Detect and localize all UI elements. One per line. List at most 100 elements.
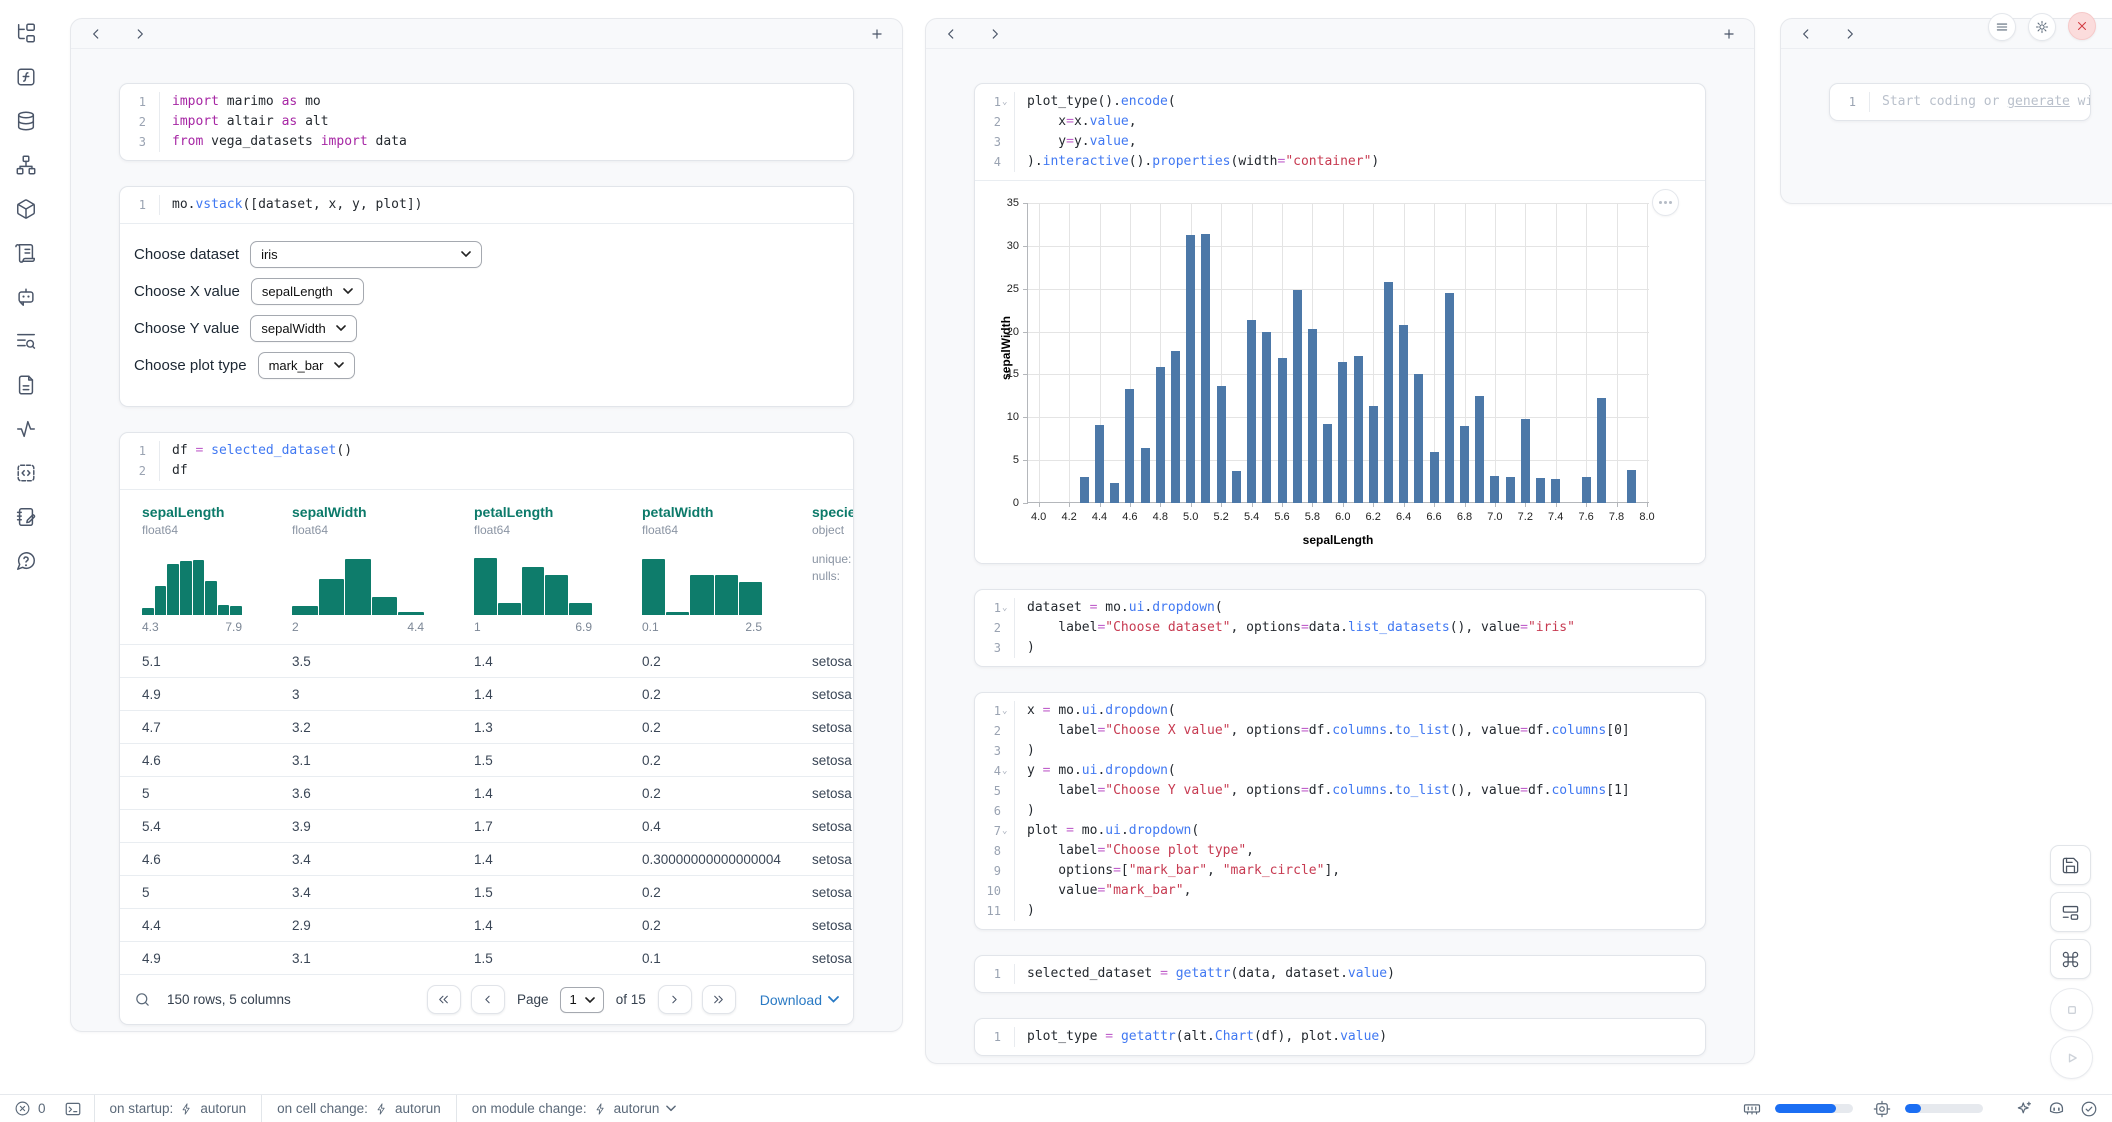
table-cell: 3.1 [270, 744, 452, 776]
package-icon[interactable] [11, 194, 41, 224]
dataset-dropdown[interactable]: iris [250, 241, 482, 268]
column-name[interactable]: petalWidth [642, 504, 790, 520]
table-cell: 4.6 [120, 744, 270, 776]
placeholder-text: Start coding or [1882, 94, 2007, 109]
layout-toggle-button[interactable] [2050, 892, 2091, 932]
column-name[interactable]: sepalLength [142, 504, 270, 520]
prev-page-button[interactable] [471, 985, 505, 1014]
terminal-button[interactable] [52, 1095, 94, 1122]
last-page-button[interactable] [702, 985, 736, 1014]
next-page-button[interactable] [658, 985, 692, 1014]
table-header-row: sepalLengthfloat644.37.9sepalWidthfloat6… [120, 489, 853, 644]
stop-all-button[interactable] [2050, 988, 2093, 1031]
cpu-usage-meter [1905, 1104, 1983, 1113]
copilot-button[interactable] [2047, 1099, 2066, 1118]
line-number: 1⌄ [975, 92, 1015, 112]
table-cell: 5 [120, 777, 270, 809]
code-editor[interactable]: 1⌄mo.vstack([dataset, x, y, plot]) [120, 187, 853, 223]
code-editor-placeholder[interactable]: 1⌄ Start coding or generate with [1830, 84, 2090, 120]
table-row: 4.93.11.50.1setosa [120, 941, 853, 974]
code-editor[interactable]: 1⌄selected_dataset = getattr(data, datas… [975, 956, 1705, 992]
code-editor[interactable]: 1⌄dataset = mo.ui.dropdown(2⌄ label="Cho… [975, 590, 1705, 666]
code-editor[interactable]: 1⌄import marimo as mo2⌄import altair as … [120, 84, 853, 160]
panel3-next-column-button[interactable] [1839, 23, 1861, 45]
table-cell: 0.1 [620, 942, 790, 974]
column-dtype: object [812, 523, 853, 537]
fold-chevron-icon[interactable]: ⌄ [1002, 761, 1011, 781]
empty-code-cell: 1⌄ Start coding or generate with [1829, 83, 2091, 121]
runtime-config-0[interactable]: on startup:autorun [95, 1095, 262, 1122]
scratchpad-icon[interactable] [11, 502, 41, 532]
panel1-prev-column-button[interactable] [85, 23, 107, 45]
panel3-prev-column-button[interactable] [1795, 23, 1817, 45]
page-select[interactable]: 1 [560, 987, 603, 1013]
table-row: 4.73.21.30.2setosa [120, 710, 853, 743]
dependency-graph-icon[interactable] [11, 150, 41, 180]
table-cell: 3 [270, 678, 452, 710]
table-cell: setosa [790, 876, 853, 908]
database-icon[interactable] [11, 106, 41, 136]
column-name[interactable]: sepalWidth [292, 504, 452, 520]
table-cell: setosa [790, 678, 853, 710]
panel2-prev-column-button[interactable] [940, 23, 962, 45]
fold-chevron-icon[interactable]: ⌄ [1002, 598, 1011, 618]
table-cell: 3.4 [270, 843, 452, 875]
panel1-add-cell-button[interactable] [866, 23, 888, 45]
code-editor[interactable]: 1⌄df = selected_dataset()2⌄df [120, 433, 853, 489]
ai-assist-button[interactable] [2015, 1100, 2033, 1118]
logs-search-icon[interactable] [11, 326, 41, 356]
hist-min: 0.1 [642, 620, 659, 634]
column-name[interactable]: species [812, 504, 853, 520]
line-number: 1⌄ [975, 701, 1015, 721]
file-tree-icon[interactable] [11, 18, 41, 48]
chart-bar [1308, 329, 1317, 503]
chart-menu-button[interactable] [1652, 189, 1679, 216]
generate-with-ai-link[interactable]: generate [2007, 94, 2070, 109]
code-cell-selected-dataset: 1⌄selected_dataset = getattr(data, datas… [974, 955, 1706, 993]
fold-chevron-icon[interactable]: ⌄ [1002, 821, 1011, 841]
notebook-column-3: 1⌄ Start coding or generate with [1780, 18, 2112, 204]
close-button[interactable] [2068, 12, 2096, 40]
y-value-dropdown[interactable]: sepalWidth [250, 315, 356, 342]
help-chat-icon[interactable] [11, 546, 41, 576]
notebook-menu-button[interactable] [1988, 13, 2016, 41]
code-editor[interactable]: 1⌄x = mo.ui.dropdown(2⌄ label="Choose X … [975, 693, 1705, 929]
bot-chat-icon[interactable] [11, 282, 41, 312]
document-icon[interactable] [11, 370, 41, 400]
table-search-button[interactable] [134, 991, 151, 1008]
column-name[interactable]: petalLength [474, 504, 620, 520]
error-indicator[interactable]: 0 [12, 1095, 52, 1122]
panel1-next-column-button[interactable] [129, 23, 151, 45]
panel2-next-column-button[interactable] [984, 23, 1006, 45]
scroll-icon[interactable] [11, 238, 41, 268]
code-cell-plot: 1⌄plot_type().encode(2⌄ x=x.value,3⌄ y=y… [974, 83, 1706, 564]
code-snippet-icon[interactable] [11, 458, 41, 488]
first-page-button[interactable] [427, 985, 461, 1014]
code-editor[interactable]: 1⌄plot_type = getattr(alt.Chart(df), plo… [975, 1019, 1705, 1055]
chart-bar [1475, 396, 1484, 503]
panel2-add-cell-button[interactable] [1718, 23, 1740, 45]
table-cell: 0.2 [620, 744, 790, 776]
table-row: 4.931.40.2setosa [120, 677, 853, 710]
x-value-dropdown[interactable]: sepalLength [251, 278, 364, 305]
code-editor[interactable]: 1⌄plot_type().encode(2⌄ x=x.value,3⌄ y=y… [975, 84, 1705, 180]
plot-type-dropdown[interactable]: mark_bar [258, 352, 355, 379]
download-button[interactable]: Download [760, 992, 839, 1008]
notebook-column-2: 1⌄plot_type().encode(2⌄ x=x.value,3⌄ y=y… [925, 18, 1755, 1064]
runtime-config-2[interactable]: on module change:autorun [457, 1095, 692, 1122]
table-cell: setosa [790, 711, 853, 743]
fold-chevron-icon[interactable]: ⌄ [1002, 92, 1011, 112]
connection-status-button[interactable] [2080, 1100, 2098, 1118]
runtime-config-1[interactable]: on cell change:autorun [262, 1095, 456, 1122]
run-all-button[interactable] [2050, 1036, 2093, 1079]
fold-chevron-icon[interactable]: ⌄ [1002, 701, 1011, 721]
altair-bar-chart[interactable]: 051015202530354.04.24.44.64.85.05.25.45.… [1027, 203, 1649, 503]
line-number: 2⌄ [975, 618, 1015, 638]
settings-button[interactable] [2028, 13, 2056, 41]
function-square-icon[interactable] [11, 62, 41, 92]
line-number: 2⌄ [120, 461, 160, 481]
save-button[interactable] [2050, 845, 2091, 885]
activity-icon[interactable] [11, 414, 41, 444]
table-cell: 3.5 [270, 645, 452, 677]
keyboard-shortcuts-button[interactable] [2050, 939, 2091, 979]
